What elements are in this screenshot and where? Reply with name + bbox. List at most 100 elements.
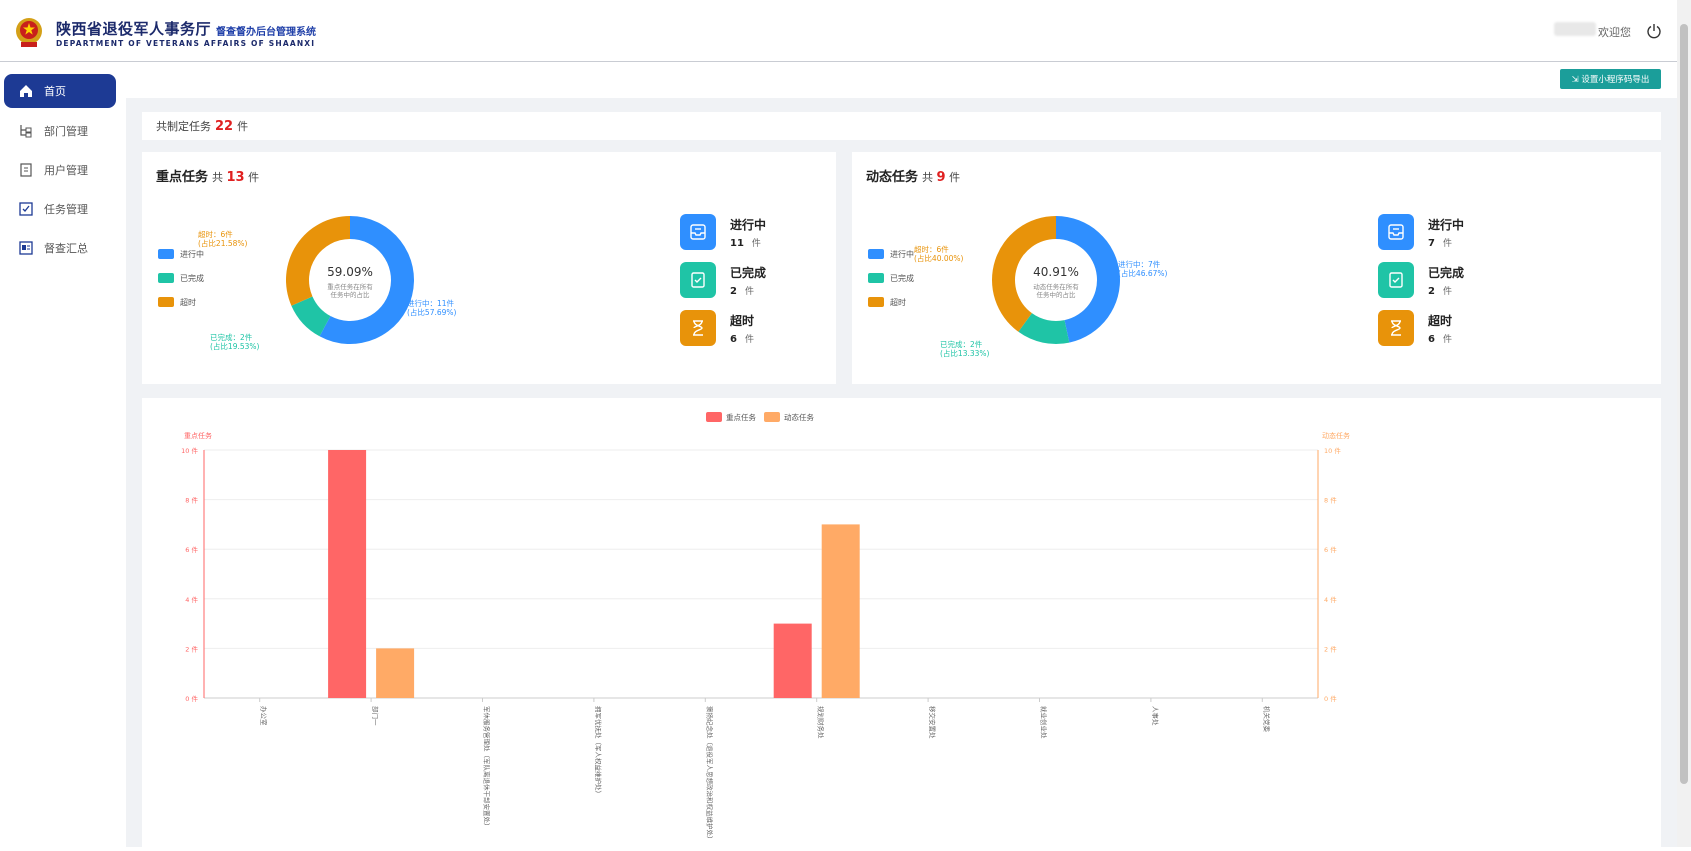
legend-label[interactable]: 动态任务 [784,412,814,422]
stat-completed: 已完成 2件 [1378,262,1498,300]
sidebar-item-departments[interactable]: 部门管理 [4,114,116,148]
logout-power-icon[interactable] [1646,23,1662,39]
stat-label: 进行中 [1428,218,1465,232]
legend-swatch[interactable] [764,412,780,422]
legend-item[interactable]: 进行中 [158,248,204,260]
summary-count: 22 [215,118,234,134]
summary-icon [19,241,33,255]
label-line: 进行中：7件 [1118,260,1161,269]
label-line: 已完成：2件 [940,340,983,349]
legend-item[interactable]: 超时 [158,296,204,308]
checkbox-icon [19,202,33,216]
export-qrcode-button[interactable]: ⇲ 设置小程序码导出 [1560,69,1661,89]
bar-重点任务[interactable] [773,623,812,698]
label-line: (占比40.00%) [914,254,964,263]
x-tick-label: 办公室 [260,706,269,726]
legend-item[interactable]: 进行中 [868,248,914,260]
legend-swatch [158,249,174,259]
donut-center-percent: 59.09% [327,265,373,279]
y-tick-left: 2 件 [185,644,198,653]
stat-label: 已完成 [1428,266,1465,280]
inbox-icon [680,214,716,250]
legend-swatch [158,297,174,307]
username [1554,22,1596,36]
label-line: (占比57.69%) [407,308,457,317]
legend-label: 进行中 [180,249,204,259]
stat-number: 2 [1428,286,1435,297]
national-emblem-icon [16,18,42,47]
checklist-icon [1378,262,1414,298]
donut-center-percent: 40.91% [1033,265,1079,279]
y-tick-right: 0 件 [1324,694,1337,703]
label-line: (占比13.33%) [940,349,990,358]
dynamic-tasks-card: 动态任务共 9 件 进行中 已完成 超时 40.91% 动态任务在所有 任务中的占比… [852,152,1661,384]
donut-label-done: 已完成：2件 (占比13.33%) [940,340,989,358]
label-line: (占比19.53%) [210,342,260,351]
legend-swatch [868,297,884,307]
card-title-text: 重点任务 [156,170,209,185]
total-prefix: 共 [922,171,934,184]
x-tick-label: 规划财务处 [817,706,826,739]
sidebar-item-label: 督查汇总 [44,242,88,255]
y-axis-left-title: 重点任务 [184,431,212,440]
label-line: 已完成：2件 [210,333,253,342]
bar-动态任务[interactable] [376,648,415,698]
y-tick-right: 2 件 [1324,644,1337,653]
label-line: 超时：6件 [198,230,233,239]
legend-item[interactable]: 已完成 [868,272,914,284]
stat-overtime: 超时 6件 [1378,310,1498,348]
stat-label: 已完成 [730,266,767,280]
stat-value: 11 件 [730,236,761,249]
department-bar-chart-card: 重点任务 动态任务 重点任务 动态任务 0 件0 件2 件2 件4 件4 件6 件6 件… [142,398,1661,847]
sidebar-item-users[interactable]: 用户管理 [4,153,116,187]
legend-item[interactable]: 超时 [868,296,914,308]
bar-重点任务[interactable] [328,450,367,698]
dynamic-tasks-donut-chart: 40.91% 动态任务在所有任务中的占比 [992,216,1120,344]
legend-label[interactable]: 重点任务 [726,412,756,422]
label-line: (占比21.58%) [198,239,248,248]
stat-value: 6件 [730,332,754,345]
stat-overtime: 超时 6件 [680,310,800,348]
bar-动态任务[interactable] [821,524,860,698]
page-scrollbar[interactable] [1677,0,1691,847]
y-tick-right: 4 件 [1324,595,1337,604]
legend-swatch [868,249,884,259]
legend-label: 已完成 [180,273,204,283]
app-header: 陕西省退役军人事务厅 督查督办后台管理系统 DEPARTMENT OF VETE… [0,0,1691,62]
home-icon [20,85,32,97]
x-tick-label: 军休服务管理处（军队离退休干部安置处） [483,706,492,830]
x-tick-label: 褒扬纪念处（退役军人思想政治和权益维护处） [705,706,714,843]
donut-slice-进行中[interactable] [1056,216,1120,343]
summary-prefix: 共制定任务 [156,120,211,133]
stat-number: 6 [730,334,737,345]
main-content: ⇲ 设置小程序码导出 共制定任务 22 件 重点任务共 13 件 进行中 已完成… [126,62,1677,847]
sidebar-item-label: 部门管理 [44,125,88,138]
sidebar-item-label: 首页 [44,85,66,98]
total-count: 9 [936,170,946,185]
stat-label: 超时 [1428,314,1453,328]
card-title: 重点任务共 13 件 [156,166,259,185]
donut-center-caption: 任务中的占比 [331,290,371,299]
legend-item[interactable]: 已完成 [158,272,204,284]
stat-unit: 件 [744,335,754,345]
stat-completed: 已完成 2件 [680,262,800,300]
y-tick-left: 10 件 [181,446,198,455]
hourglass-icon [680,310,716,346]
y-tick-right: 8 件 [1324,496,1337,505]
key-tasks-card: 重点任务共 13 件 进行中 已完成 超时 59.09% 重点任务在所有 任务中的占… [142,152,836,384]
stat-unit: 件 [751,239,761,249]
donut-label-done: 已完成：2件 (占比19.53%) [210,333,259,351]
scrollbar-thumb[interactable] [1680,24,1688,784]
sidebar-item-home[interactable]: 首页 [4,74,116,108]
sidebar-item-summary[interactable]: 督查汇总 [4,231,116,265]
sidebar-item-tasks[interactable]: 任务管理 [4,192,116,226]
donut-legend: 进行中 已完成 超时 [158,248,204,320]
legend-swatch[interactable] [706,412,722,422]
stat-number: 7 [1428,238,1435,249]
total-suffix: 件 [248,171,260,184]
total-count: 13 [226,170,245,185]
y-tick-right: 6 件 [1324,545,1337,554]
donut-label-progress: 进行中：11件 (占比57.69%) [407,299,456,317]
x-tick-label: 拥军优抚处（军人权益维护处） [594,706,603,797]
card-title-text: 动态任务 [866,170,919,185]
